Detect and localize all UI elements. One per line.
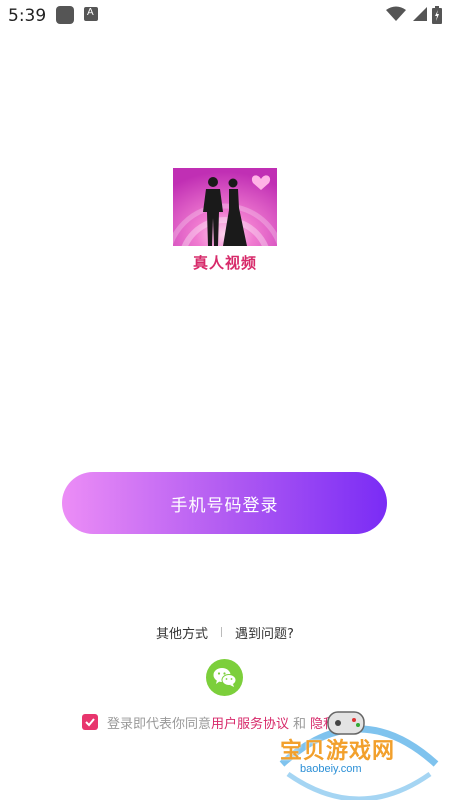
other-methods-link[interactable]: 其他方式 bbox=[156, 623, 208, 642]
signal-icon bbox=[413, 7, 427, 21]
help-link[interactable]: 遇到问题? bbox=[235, 623, 294, 642]
wechat-icon bbox=[213, 668, 237, 687]
wechat-login-button[interactable] bbox=[206, 659, 243, 696]
agreement-prefix: 登录即代表你同意 bbox=[107, 716, 212, 732]
app-logo-title: 真人视频 bbox=[192, 254, 257, 272]
wifi-icon bbox=[386, 6, 406, 21]
status-time: 5:39 bbox=[8, 6, 47, 26]
divider bbox=[221, 627, 223, 637]
privacy-policy-link[interactable]: 隐私政策 bbox=[310, 713, 362, 732]
status-bar: 5:39 A bbox=[0, 0, 450, 32]
user-agreement-link[interactable]: 用户服务协议 bbox=[211, 713, 289, 732]
options-row: 其他方式 遇到问题? bbox=[0, 622, 450, 642]
battery-icon bbox=[432, 6, 442, 24]
checkmark-icon bbox=[85, 718, 95, 727]
agree-checkbox[interactable] bbox=[82, 714, 98, 730]
app-logo bbox=[164, 168, 286, 325]
square-notification-icon bbox=[56, 6, 74, 24]
agreement-row: 登录即代表你同意 用户服务协议 和 隐私政策 bbox=[82, 712, 362, 732]
agreement-and: 和 bbox=[293, 716, 307, 732]
phone-login-label: 手机号码登录 bbox=[170, 495, 279, 516]
watermark-title: 宝贝游戏网 bbox=[280, 739, 396, 764]
phone-login-button[interactable]: 手机号码登录 bbox=[62, 472, 387, 534]
watermark-url: baobeiy.com bbox=[296, 763, 366, 775]
a-notification-icon: A bbox=[84, 7, 98, 21]
